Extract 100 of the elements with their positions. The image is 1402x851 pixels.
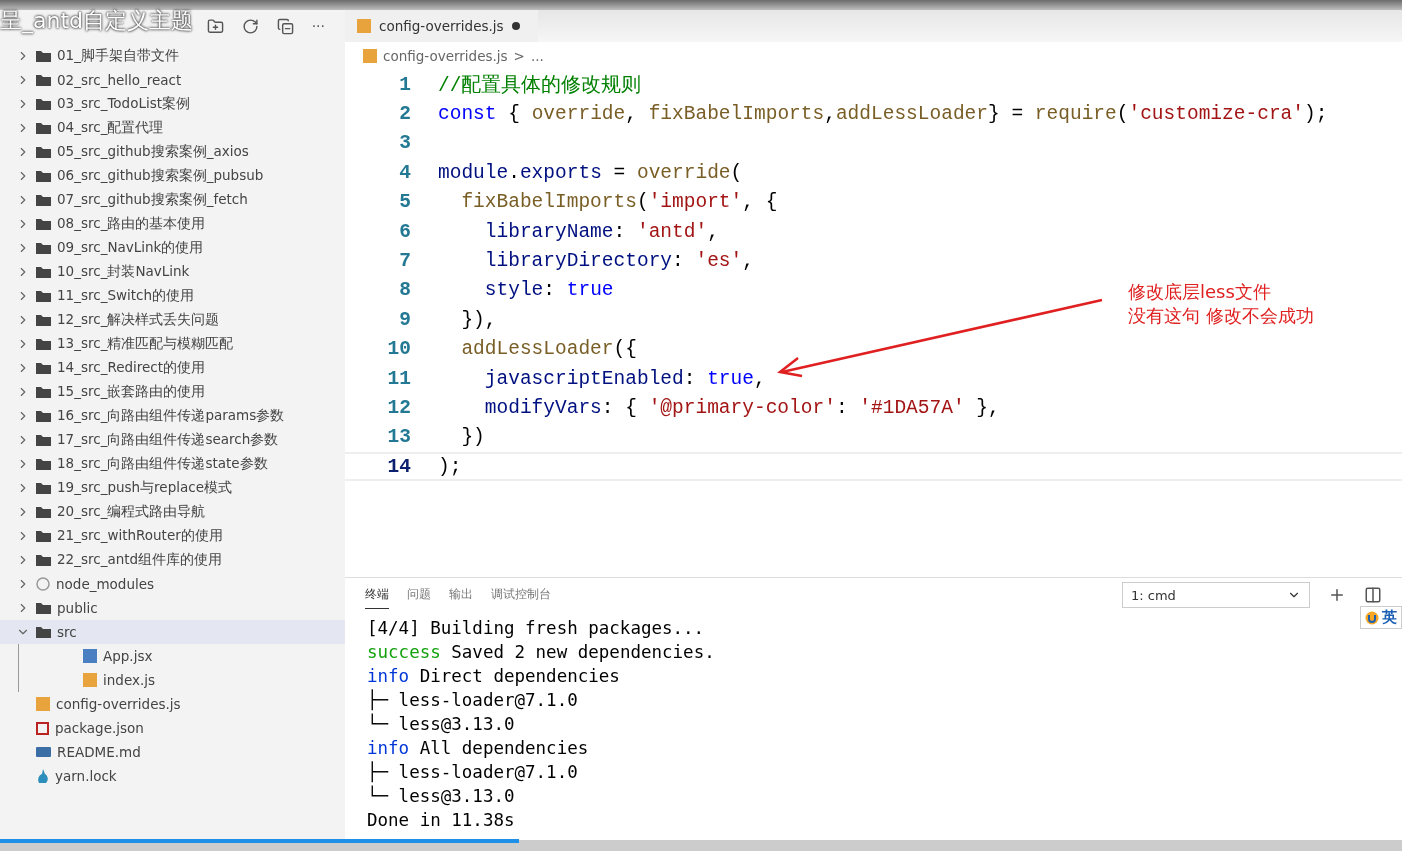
tree-item[interactable]: 06_src_github搜索案例_pubsub [0,164,345,188]
line-number: 14 [386,455,412,478]
line-number: 6 [398,220,412,243]
terminal-select[interactable]: 1: cmd [1122,582,1310,608]
plus-icon[interactable] [1328,586,1346,604]
line-number: 11 [386,367,412,390]
tree-item[interactable]: 17_src_向路由组件传递search参数 [0,428,345,452]
folder-icon [36,362,51,374]
tree-item[interactable]: README.md [0,740,345,764]
tree-item[interactable]: 18_src_向路由组件传递state参数 [0,452,345,476]
more-button[interactable]: ··· [311,18,325,34]
tree-item[interactable]: public [0,596,345,620]
js-file-icon [357,19,371,33]
tree-item[interactable]: App.jsx [19,644,345,668]
terminal-line: info All dependencies [367,738,590,760]
line-number: 1 [398,73,412,96]
tree-item[interactable]: node_modules [0,572,345,596]
tree-item[interactable]: config-overrides.js [0,692,345,716]
code-text: ); [438,455,462,478]
folder-icon [36,314,51,326]
folder-icon [36,530,51,542]
terminal-line: Done in 11.38s [367,810,516,832]
tree-item[interactable]: 16_src_向路由组件传递params参数 [0,404,345,428]
folder-icon [36,506,51,518]
tree-item[interactable]: 14_src_Redirect的使用 [0,356,345,380]
tree-item[interactable]: 12_src_解决样式丢失问题 [0,308,345,332]
folder-icon [36,194,51,206]
tree-item[interactable]: index.js [19,668,345,692]
code-text: addLessLoader({ [460,338,637,361]
line-number: 13 [386,426,412,449]
new-folder-icon[interactable] [206,17,224,35]
editor-tab[interactable]: config-overrides.js [345,10,538,42]
terminal-line: [4/4] Building fresh packages... [367,618,706,640]
folder-icon [36,338,51,350]
split-icon[interactable] [1364,586,1382,604]
line-number: 12 [386,397,412,419]
breadcrumb-item[interactable]: config-overrides.js [383,48,508,64]
line-number: 7 [398,250,412,273]
line-number: 2 [398,103,412,126]
panel-tab[interactable]: 问题 [407,581,431,609]
tree-item[interactable]: 08_src_路由的基本使用 [0,212,345,236]
folder-icon [36,146,51,158]
tree-item[interactable]: yarn.lock [0,764,345,788]
breadcrumb-item[interactable]: > [513,48,525,64]
tree-item[interactable]: 11_src_Switch的使用 [0,284,345,308]
tree-item[interactable]: 13_src_精准匹配与模糊匹配 [0,332,345,356]
tree-item[interactable]: 02_src_hello_react [0,68,345,92]
code-text: }) [460,426,485,449]
tree-item[interactable]: 22_src_antd组件库的使用 [0,548,345,572]
code-text: javascriptEnabled: true, [483,367,766,390]
code-text: const { override, fixBabelImports,addLessLoader} = require('customize-cra'); [438,103,1328,126]
js-file-icon [363,49,377,63]
js-file-icon [83,673,97,687]
tree-item[interactable]: 09_src_NavLink的使用 [0,236,345,260]
tree-item[interactable]: 01_脚手架自带文件 [0,44,345,68]
tree-item[interactable]: 20_src_编程式路由导航 [0,500,345,524]
terminal-line: └─ less@3.13.0 [367,786,516,808]
folder-icon [36,602,51,614]
tree-item[interactable]: 19_src_push与replace模式 [0,476,345,500]
markdown-file-icon [36,747,51,757]
code-text: libraryName: 'antd', [483,220,719,243]
tree-item[interactable]: package.json [0,716,345,740]
tree-item[interactable]: 10_src_封装NavLink [0,260,345,284]
breadcrumb-item[interactable]: ... [530,48,544,64]
tree-item[interactable]: src [0,620,345,644]
video-progress-track[interactable] [0,840,1402,851]
folder-icon [36,290,51,302]
terminal-line: info Direct dependencies [367,666,621,688]
code-text: }), [460,308,497,331]
tree-item[interactable]: 04_src_配置代理 [0,116,345,140]
panel-tab[interactable]: 终端 [365,581,389,609]
tree-item[interactable]: 15_src_嵌套路由的使用 [0,380,345,404]
tree-item[interactable]: 05_src_github搜索案例_axios [0,140,345,164]
tree-item[interactable]: 21_src_withRouter的使用 [0,524,345,548]
tree-item[interactable]: 03_src_TodoList案例 [0,92,345,116]
code-text: libraryDirectory: 'es', [483,250,754,273]
code-text: fixBabelImports('import', { [460,191,778,214]
code-text: style: true [483,279,614,302]
folder-icon [36,554,51,566]
annotation-text: 没有这句 修改不会成功 [1128,304,1314,328]
ime-indicator[interactable]: 英 [1360,606,1402,629]
tree-item[interactable]: 07_src_github搜索案例_fetch [0,188,345,212]
folder-icon [36,50,51,62]
refresh-icon[interactable] [241,17,259,35]
ime-logo-icon [1365,610,1379,625]
jsx-file-icon [83,649,97,663]
folder-icon [36,170,51,182]
collapse-icon[interactable] [276,17,294,35]
folder-icon [36,626,51,638]
panel-tab[interactable]: 输出 [449,581,473,609]
line-number: 10 [386,338,412,361]
folder-icon [36,98,51,110]
folder-icon [36,218,51,230]
js-file-icon [36,697,50,711]
line-number: 5 [398,191,412,214]
json-file-icon [36,721,49,735]
panel-tab[interactable]: 调试控制台 [491,581,551,609]
annotation-text: 修改底层less文件 [1128,280,1272,304]
folder-icon [36,74,51,86]
terminal-line: ├─ less-loader@7.1.0 [367,762,579,785]
